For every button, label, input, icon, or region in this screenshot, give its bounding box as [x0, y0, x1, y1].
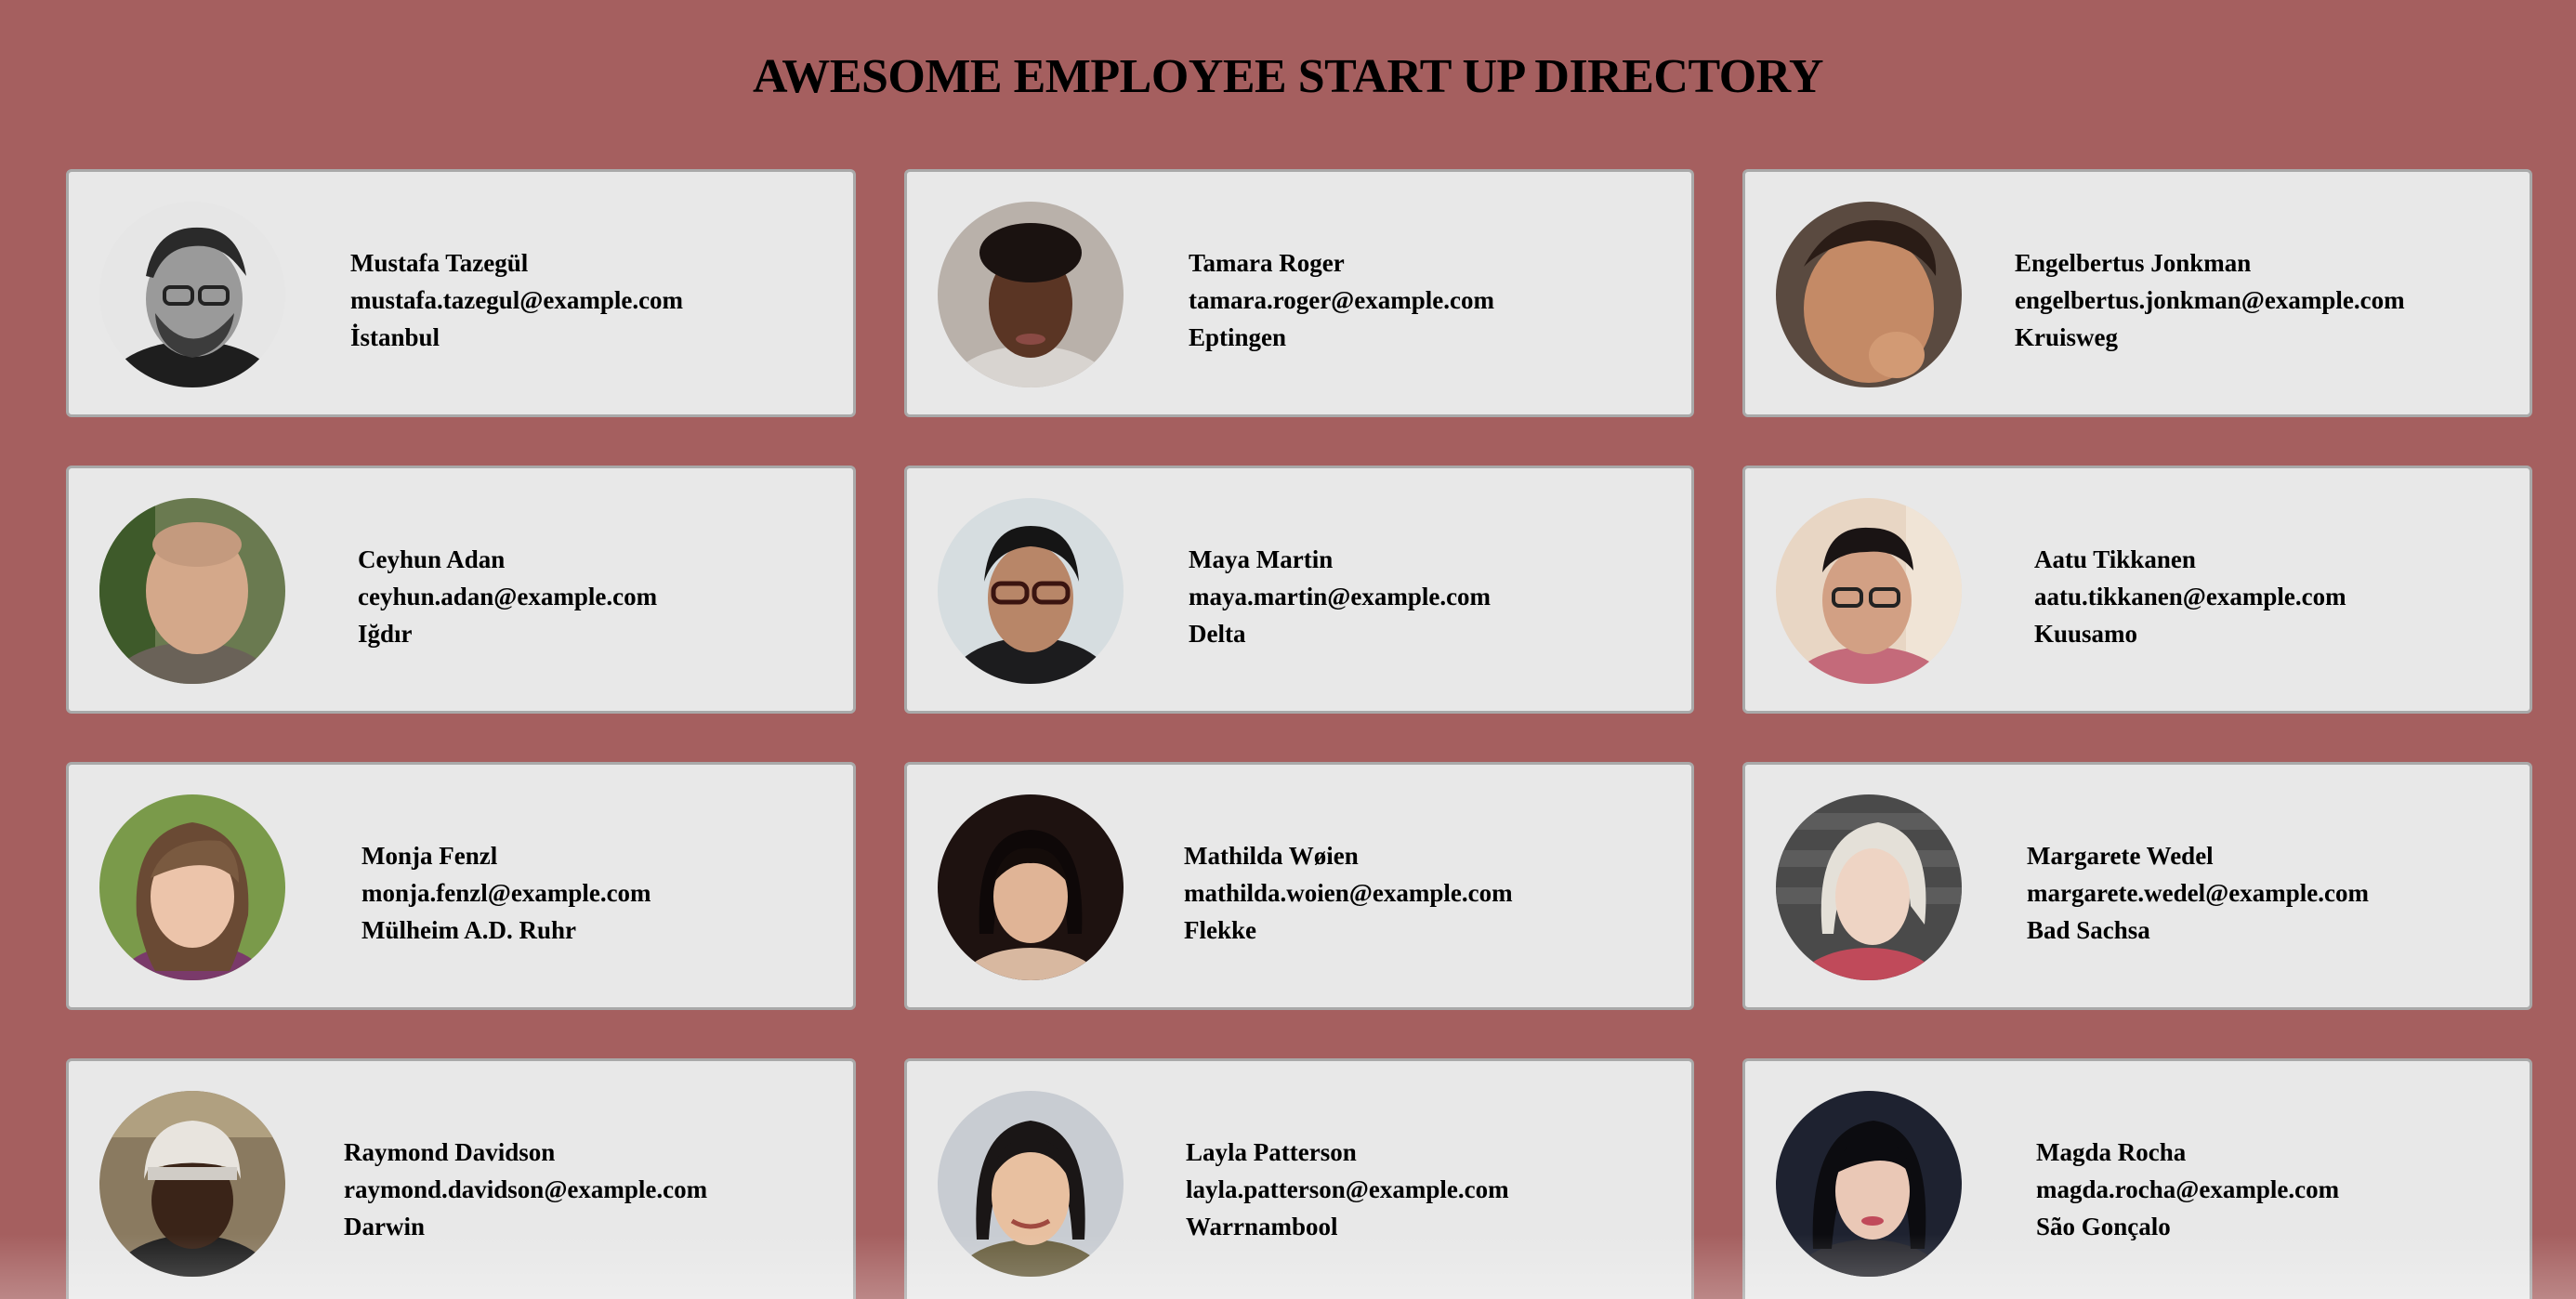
- employee-city: İstanbul: [350, 323, 440, 351]
- employee-card: Mathilda Wøien mathilda.woien@example.co…: [904, 762, 1694, 1010]
- employee-name: Maya Martin: [1189, 545, 1334, 573]
- employee-city: Eptingen: [1189, 323, 1287, 351]
- employee-grid: Mustafa Tazegül mustafa.tazegul@example.…: [66, 169, 2532, 1299]
- employee-info: Tamara Roger tamara.roger@example.com Ep…: [1189, 244, 1494, 356]
- employee-email: raymond.davidson@example.com: [344, 1175, 708, 1203]
- avatar: [938, 1091, 1124, 1277]
- employee-city: São Gonçalo: [2036, 1213, 2171, 1240]
- employee-card: Margarete Wedel margarete.wedel@example.…: [1742, 762, 2532, 1010]
- employee-email: monja.fenzl@example.com: [361, 879, 651, 907]
- employee-name: Tamara Roger: [1189, 249, 1345, 277]
- employee-name: Layla Patterson: [1186, 1138, 1357, 1166]
- portrait-photo-icon: [99, 1091, 285, 1277]
- employee-city: Kruisweg: [2015, 323, 2118, 351]
- employee-card: Engelbertus Jonkman engelbertus.jonkman@…: [1742, 169, 2532, 417]
- employee-card: Tamara Roger tamara.roger@example.com Ep…: [904, 169, 1694, 417]
- avatar: [99, 498, 285, 684]
- employee-card: Monja Fenzl monja.fenzl@example.com Mülh…: [66, 762, 856, 1010]
- portrait-photo-icon: [1776, 794, 1962, 980]
- portrait-photo-icon: [1776, 202, 1962, 387]
- page-title: AWESOME EMPLOYEE START UP DIRECTORY: [753, 50, 1823, 103]
- employee-city: Iğdır: [358, 620, 413, 648]
- avatar: [938, 498, 1124, 684]
- avatar: [1776, 794, 1962, 980]
- employee-name: Aatu Tikkanen: [2034, 545, 2196, 573]
- employee-info: Mustafa Tazegül mustafa.tazegul@example.…: [350, 244, 683, 356]
- avatar: [1776, 1091, 1962, 1277]
- employee-email: margarete.wedel@example.com: [2027, 879, 2369, 907]
- employee-card: Magda Rocha magda.rocha@example.com São …: [1742, 1058, 2532, 1299]
- avatar: [938, 202, 1124, 387]
- employee-name: Margarete Wedel: [2027, 842, 2214, 870]
- employee-card: Raymond Davidson raymond.davidson@exampl…: [66, 1058, 856, 1299]
- employee-info: Engelbertus Jonkman engelbertus.jonkman@…: [2015, 244, 2405, 356]
- employee-email: mathilda.woien@example.com: [1184, 879, 1513, 907]
- employee-email: maya.martin@example.com: [1189, 583, 1492, 610]
- employee-name: Monja Fenzl: [361, 842, 498, 870]
- employee-info: Maya Martin maya.martin@example.com Delt…: [1189, 541, 1491, 652]
- portrait-photo-icon: [938, 794, 1124, 980]
- employee-city: Darwin: [344, 1213, 425, 1240]
- employee-email: aatu.tikkanen@example.com: [2034, 583, 2346, 610]
- employee-email: mustafa.tazegul@example.com: [350, 286, 684, 314]
- employee-email: layla.patterson@example.com: [1186, 1175, 1509, 1203]
- employee-card: Maya Martin maya.martin@example.com Delt…: [904, 466, 1694, 714]
- employee-name: Mustafa Tazegül: [350, 249, 529, 277]
- employee-card: Ceyhun Adan ceyhun.adan@example.com Iğdı…: [66, 466, 856, 714]
- employee-email: magda.rocha@example.com: [2036, 1175, 2340, 1203]
- employee-city: Kuusamo: [2034, 620, 2138, 648]
- employee-city: Mülheim A.D. Ruhr: [361, 916, 577, 944]
- employee-card: Layla Patterson layla.patterson@example.…: [904, 1058, 1694, 1299]
- employee-city: Delta: [1189, 620, 1246, 648]
- portrait-photo-icon: [99, 794, 285, 980]
- employee-name: Ceyhun Adan: [358, 545, 506, 573]
- portrait-photo-icon: [938, 498, 1124, 684]
- avatar: [1776, 498, 1962, 684]
- portrait-photo-icon: [938, 1091, 1124, 1277]
- employee-info: Mathilda Wøien mathilda.woien@example.co…: [1184, 837, 1513, 949]
- employee-info: Ceyhun Adan ceyhun.adan@example.com Iğdı…: [358, 541, 657, 652]
- employee-name: Magda Rocha: [2036, 1138, 2187, 1166]
- portrait-photo-icon: [1776, 1091, 1962, 1277]
- employee-card: Aatu Tikkanen aatu.tikkanen@example.com …: [1742, 466, 2532, 714]
- employee-name: Engelbertus Jonkman: [2015, 249, 2252, 277]
- employee-card: Mustafa Tazegül mustafa.tazegul@example.…: [66, 169, 856, 417]
- employee-info: Raymond Davidson raymond.davidson@exampl…: [344, 1134, 707, 1245]
- employee-email: ceyhun.adan@example.com: [358, 583, 658, 610]
- employee-email: engelbertus.jonkman@example.com: [2015, 286, 2405, 314]
- portrait-photo-icon: [99, 202, 285, 387]
- avatar: [1776, 202, 1962, 387]
- avatar: [938, 794, 1124, 980]
- employee-info: Monja Fenzl monja.fenzl@example.com Mülh…: [361, 837, 651, 949]
- portrait-photo-icon: [1776, 498, 1962, 684]
- employee-city: Bad Sachsa: [2027, 916, 2150, 944]
- avatar: [99, 1091, 285, 1277]
- avatar: [99, 202, 285, 387]
- employee-info: Magda Rocha magda.rocha@example.com São …: [2036, 1134, 2339, 1245]
- employee-info: Aatu Tikkanen aatu.tikkanen@example.com …: [2034, 541, 2346, 652]
- employee-info: Layla Patterson layla.patterson@example.…: [1186, 1134, 1509, 1245]
- employee-city: Warrnambool: [1186, 1213, 1338, 1240]
- employee-city: Flekke: [1184, 916, 1256, 944]
- employee-info: Margarete Wedel margarete.wedel@example.…: [2027, 837, 2369, 949]
- portrait-photo-icon: [99, 498, 285, 684]
- employee-name: Mathilda Wøien: [1184, 842, 1359, 870]
- avatar: [99, 794, 285, 980]
- employee-name: Raymond Davidson: [344, 1138, 556, 1166]
- portrait-photo-icon: [938, 202, 1124, 387]
- employee-email: tamara.roger@example.com: [1189, 286, 1494, 314]
